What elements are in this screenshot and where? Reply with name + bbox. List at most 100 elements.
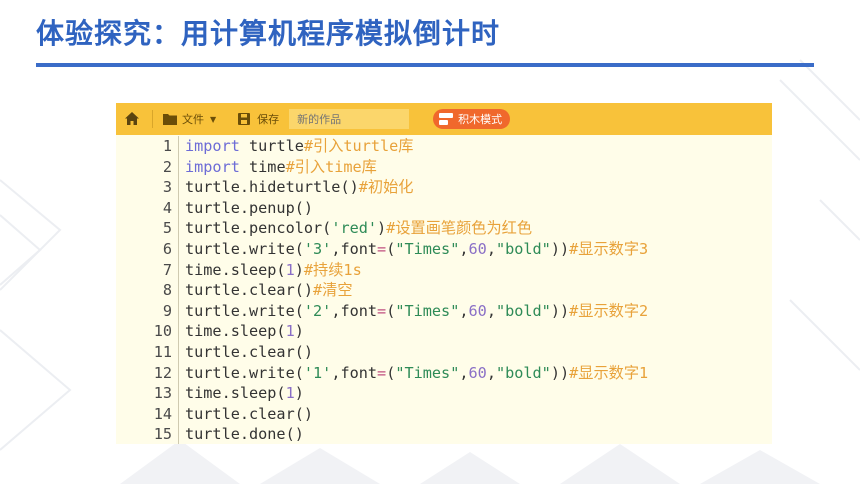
code-token: 'red' bbox=[331, 219, 378, 238]
code-token: ( bbox=[386, 301, 396, 320]
gutter-divider bbox=[178, 321, 179, 342]
code-line[interactable]: 5 turtle.pencolor('red')#设置画笔颜色为红色 bbox=[116, 218, 772, 239]
code-line[interactable]: 3 turtle.hideturtle()#初始化 bbox=[116, 177, 772, 198]
code-token: ,font bbox=[331, 363, 378, 382]
gutter-divider bbox=[178, 341, 179, 363]
code-area[interactable]: 1 import turtle#引入turtle库 2 import time#引入t… bbox=[116, 135, 772, 444]
code-text: turtle.done() bbox=[185, 424, 304, 444]
code-line[interactable]: 14 turtle.clear() bbox=[116, 403, 772, 425]
code-text: import turtle#引入turtle库 bbox=[185, 136, 413, 157]
code-line[interactable]: 10 time.sleep(1) bbox=[116, 321, 772, 342]
line-number: 11 bbox=[153, 342, 172, 361]
code-token: = bbox=[377, 301, 387, 320]
code-token: turtle.penup() bbox=[185, 198, 314, 217]
code-token: 1 bbox=[285, 384, 295, 403]
code-token: turtle.pencolor( bbox=[185, 219, 332, 238]
code-token: import bbox=[185, 137, 240, 155]
line-number: 12 bbox=[153, 363, 172, 382]
chevron-down-icon[interactable]: ▼ bbox=[210, 115, 216, 124]
code-token: 60 bbox=[468, 239, 487, 258]
line-number: 5 bbox=[162, 219, 172, 238]
line-number: 4 bbox=[162, 198, 172, 217]
code-token: ) bbox=[294, 322, 304, 341]
code-token: "bold" bbox=[495, 363, 551, 382]
code-token: ( bbox=[386, 363, 396, 382]
code-token: turtle.write( bbox=[185, 239, 304, 258]
code-token: turtle.clear() bbox=[185, 342, 314, 361]
code-token: )) bbox=[550, 301, 570, 320]
project-name-input[interactable] bbox=[289, 109, 410, 129]
line-number: 1 bbox=[162, 137, 172, 155]
gutter-divider bbox=[178, 403, 179, 425]
code-token: time.sleep( bbox=[185, 322, 286, 341]
code-token: time.sleep( bbox=[185, 260, 286, 279]
code-line[interactable]: 13 time.sleep(1) bbox=[116, 383, 772, 404]
line-number: 8 bbox=[162, 281, 172, 300]
code-token: turtle.write( bbox=[185, 363, 304, 382]
line-number: 6 bbox=[162, 239, 172, 258]
gutter-divider bbox=[178, 300, 179, 322]
code-token: import bbox=[185, 157, 240, 176]
code-line[interactable]: 8 turtle.clear()#清空 bbox=[116, 280, 772, 301]
code-token: "Times" bbox=[395, 363, 460, 382]
code-token: )) bbox=[550, 363, 570, 382]
gutter-divider bbox=[178, 259, 179, 281]
code-text: turtle.write('2',font=("Times",60,"bold"… bbox=[185, 301, 648, 322]
code-line[interactable]: 4 turtle.penup() bbox=[116, 197, 772, 219]
code-line[interactable]: 15 turtle.done() bbox=[116, 424, 772, 444]
code-token: , bbox=[486, 301, 496, 320]
gutter-divider bbox=[178, 362, 179, 384]
code-token: , bbox=[459, 239, 469, 258]
code-token: ,font bbox=[331, 301, 378, 320]
code-token: 1 bbox=[285, 260, 295, 279]
code-token: turtle.done() bbox=[185, 425, 304, 444]
code-token: turtle.clear() bbox=[185, 404, 314, 423]
folder-icon[interactable] bbox=[163, 113, 177, 125]
code-line[interactable]: 11 turtle.clear() bbox=[116, 341, 772, 363]
gutter-divider bbox=[178, 177, 179, 198]
line-number: 3 bbox=[162, 178, 172, 197]
code-token: ) bbox=[294, 260, 304, 279]
code-token: #初始化 bbox=[358, 178, 414, 197]
code-token: #设置画笔颜色为红色 bbox=[386, 219, 533, 238]
code-line[interactable]: 7 time.sleep(1)#持续1s bbox=[116, 259, 772, 281]
code-text: turtle.pencolor('red')#设置画笔颜色为红色 bbox=[185, 218, 532, 239]
code-line[interactable]: 9 turtle.write('2',font=("Times",60,"bold… bbox=[116, 300, 772, 322]
code-token: 1 bbox=[285, 322, 295, 341]
save-icon[interactable] bbox=[238, 113, 251, 125]
code-token: '3' bbox=[303, 239, 332, 258]
code-line[interactable]: 12 turtle.write('1',font=("Times",60,"bol… bbox=[116, 362, 772, 384]
code-token: , bbox=[459, 363, 469, 382]
code-token: #显示数字2 bbox=[569, 301, 649, 320]
line-number: 14 bbox=[153, 404, 172, 423]
code-token: "bold" bbox=[495, 301, 551, 320]
file-menu-label[interactable]: 文件 bbox=[182, 111, 204, 127]
code-line[interactable]: 2 import time#引入time库 bbox=[116, 156, 772, 178]
code-token: #引入time库 bbox=[285, 157, 377, 176]
code-token: turtle.write( bbox=[185, 301, 304, 320]
save-button[interactable]: 保存 bbox=[257, 111, 279, 127]
code-token: )) bbox=[550, 239, 570, 258]
code-text: turtle.write('3',font=("Times",60,"bold"… bbox=[185, 239, 648, 260]
title-underline bbox=[36, 63, 814, 67]
slide-title: 体验探究：用计算机程序模拟倒计时 bbox=[36, 17, 501, 50]
gutter-divider bbox=[178, 136, 179, 157]
block-mode-button[interactable]: 积木模式 bbox=[433, 109, 511, 129]
gutter-divider bbox=[178, 280, 179, 301]
code-token: "Times" bbox=[395, 239, 460, 258]
code-token: 60 bbox=[468, 363, 487, 382]
code-line[interactable]: 6 turtle.write('3',font=("Times",60,"bold… bbox=[116, 238, 772, 260]
code-token: 60 bbox=[468, 301, 487, 320]
code-token: ( bbox=[386, 239, 396, 258]
code-text: turtle.penup() bbox=[185, 198, 313, 219]
code-text: time.sleep(1) bbox=[185, 321, 304, 342]
code-token: turtle.clear() bbox=[185, 281, 314, 300]
code-text: time.sleep(1) bbox=[185, 383, 304, 404]
home-icon[interactable] bbox=[124, 111, 140, 127]
code-text: time.sleep(1)#持续1s bbox=[185, 260, 362, 281]
code-token: ) bbox=[294, 384, 304, 403]
gutter-divider bbox=[178, 218, 179, 239]
code-token: = bbox=[377, 363, 387, 382]
code-line[interactable]: 1 import turtle#引入turtle库 bbox=[116, 136, 772, 157]
code-token: "Times" bbox=[395, 301, 460, 320]
